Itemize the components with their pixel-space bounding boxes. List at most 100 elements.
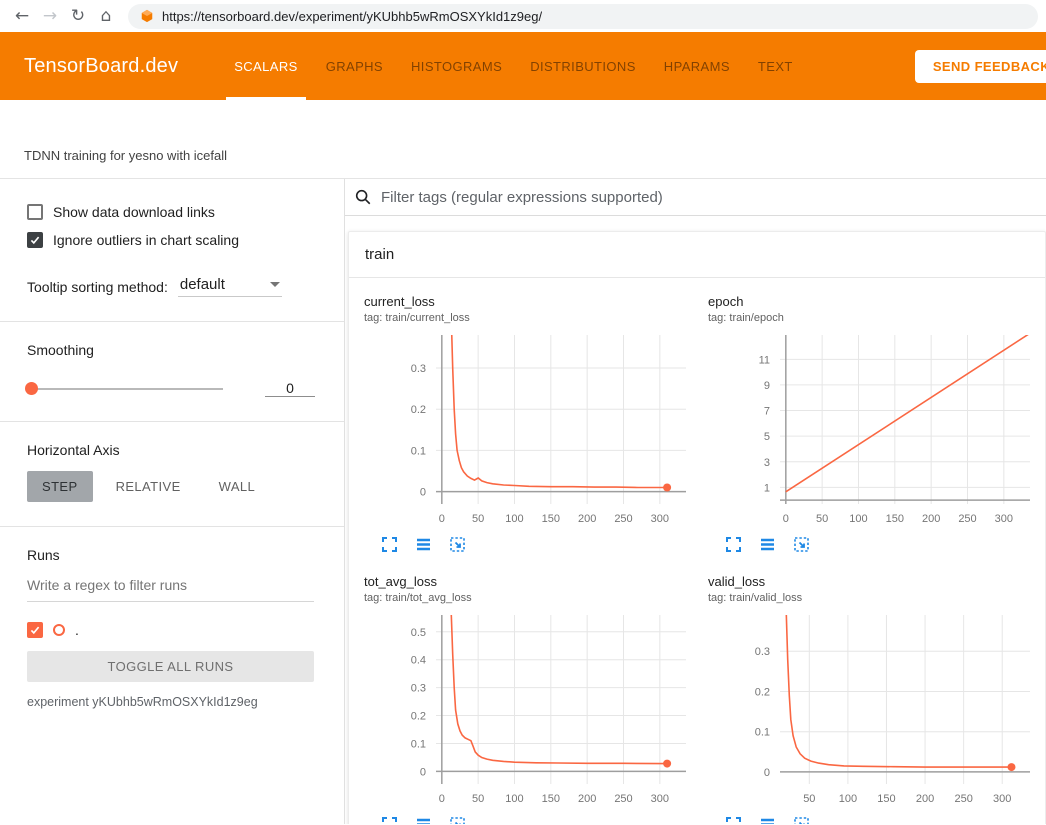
axis-wall-button[interactable]: WALL: [204, 471, 271, 502]
svg-text:7: 7: [764, 406, 770, 418]
chart-card-valid-loss: valid_loss tag: train/valid_loss 00.10.2…: [708, 574, 1042, 824]
svg-text:0: 0: [420, 487, 426, 499]
tab-graphs[interactable]: GRAPHS: [312, 32, 397, 100]
svg-text:0.1: 0.1: [411, 445, 426, 457]
tab-hparams[interactable]: HPARAMS: [650, 32, 744, 100]
back-icon[interactable]: ←: [8, 0, 36, 32]
brand-logo[interactable]: TensorBoard.dev: [24, 32, 178, 100]
svg-text:1: 1: [764, 482, 770, 494]
tab-text[interactable]: TEXT: [744, 32, 807, 100]
run-row[interactable]: .: [27, 622, 314, 638]
fit-domain-icon[interactable]: [791, 536, 811, 556]
chart-tag: tag: train/tot_avg_loss: [364, 592, 698, 604]
fullscreen-icon[interactable]: [379, 536, 399, 556]
ignore-outliers-row[interactable]: Ignore outliers in chart scaling: [27, 232, 314, 248]
send-feedback-button[interactable]: SEND FEEDBACK: [915, 50, 1046, 83]
ignore-outliers-checkbox[interactable]: [27, 232, 43, 248]
show-download-links-checkbox[interactable]: [27, 204, 43, 220]
svg-text:0.3: 0.3: [411, 683, 426, 695]
runs-filter-input[interactable]: [27, 573, 314, 602]
svg-text:0.1: 0.1: [755, 727, 770, 739]
divider: [0, 421, 344, 422]
tab-histograms[interactable]: HISTOGRAMS: [397, 32, 516, 100]
svg-text:5: 5: [764, 431, 770, 443]
svg-text:0: 0: [764, 767, 770, 779]
line-chart[interactable]: 00.10.20.30.40.5050100150200250300: [364, 610, 694, 810]
refresh-icon[interactable]: ↻: [64, 0, 92, 32]
fullscreen-icon[interactable]: [723, 816, 743, 824]
svg-text:200: 200: [578, 793, 596, 805]
divider: [0, 526, 344, 527]
smoothing-slider[interactable]: [27, 388, 223, 390]
home-icon[interactable]: ⌂: [92, 0, 120, 32]
run-checkbox[interactable]: [27, 622, 43, 638]
svg-text:250: 250: [614, 513, 632, 525]
svg-text:0: 0: [420, 766, 426, 778]
chart-card-epoch: epoch tag: train/epoch 13579110501001502…: [708, 294, 1042, 566]
svg-text:250: 250: [954, 793, 972, 805]
svg-text:150: 150: [542, 513, 560, 525]
svg-text:200: 200: [578, 513, 596, 525]
forward-icon[interactable]: →: [36, 0, 64, 32]
charts-grid: current_loss tag: train/current_loss 00.…: [349, 278, 1045, 824]
chart-title: epoch: [708, 294, 1042, 309]
svg-text:0.4: 0.4: [411, 655, 426, 667]
chart-tag: tag: train/valid_loss: [708, 592, 1042, 604]
fullscreen-icon[interactable]: [379, 816, 399, 824]
run-name: .: [75, 622, 79, 638]
data-table-icon[interactable]: [413, 536, 433, 556]
chart-actions: [364, 530, 698, 566]
fullscreen-icon[interactable]: [723, 536, 743, 556]
svg-text:100: 100: [849, 513, 867, 525]
fit-domain-icon[interactable]: [791, 816, 811, 824]
svg-text:11: 11: [759, 354, 770, 366]
run-color-swatch: [53, 624, 65, 636]
check-icon: [29, 234, 41, 246]
svg-text:100: 100: [505, 793, 523, 805]
line-chart[interactable]: 00.10.20.350100150200250300: [708, 610, 1038, 810]
tab-distributions[interactable]: DISTRIBUTIONS: [516, 32, 650, 100]
experiment-caption: experiment yKUbhb5wRmOSXYkId1z9eg: [27, 695, 314, 709]
toggle-all-runs-button[interactable]: TOGGLE ALL RUNS: [27, 651, 314, 682]
experiment-title: TDNN training for yesno with icefall: [24, 148, 227, 163]
svg-text:150: 150: [877, 793, 895, 805]
section-title[interactable]: train: [349, 232, 1045, 278]
browser-toolbar: ← → ↻ ⌂ https://tensorboard.dev/experime…: [0, 0, 1046, 32]
chart-tag: tag: train/epoch: [708, 312, 1042, 324]
svg-text:50: 50: [803, 793, 815, 805]
data-table-icon[interactable]: [413, 816, 433, 824]
tensorboard-favicon: [140, 9, 154, 23]
svg-text:100: 100: [505, 513, 523, 525]
horizontal-axis-label: Horizontal Axis: [27, 442, 314, 458]
svg-text:150: 150: [542, 793, 560, 805]
svg-text:150: 150: [886, 513, 904, 525]
fit-domain-icon[interactable]: [447, 816, 467, 824]
line-chart[interactable]: 00.10.20.3050100150200250300: [364, 330, 694, 530]
line-chart[interactable]: 1357911050100150200250300: [708, 330, 1038, 530]
tag-filter-row: [345, 179, 1046, 216]
chart-card-tot-avg-loss: tot_avg_loss tag: train/tot_avg_loss 00.…: [364, 574, 698, 824]
runs-label: Runs: [27, 547, 314, 563]
svg-text:0.3: 0.3: [755, 646, 770, 658]
svg-text:100: 100: [839, 793, 857, 805]
address-bar[interactable]: https://tensorboard.dev/experiment/yKUbh…: [128, 4, 1038, 29]
svg-text:3: 3: [764, 457, 770, 469]
data-table-icon[interactable]: [757, 536, 777, 556]
tooltip-sorting-select[interactable]: default: [178, 276, 282, 297]
smoothing-label: Smoothing: [27, 342, 314, 358]
chart-actions: [708, 530, 1042, 566]
svg-text:200: 200: [916, 793, 934, 805]
data-table-icon[interactable]: [757, 816, 777, 824]
svg-text:0.2: 0.2: [411, 711, 426, 723]
tooltip-sorting-value: default: [180, 276, 225, 293]
tab-scalars[interactable]: SCALARS: [220, 32, 312, 100]
fit-domain-icon[interactable]: [447, 536, 467, 556]
axis-step-button[interactable]: STEP: [27, 471, 93, 502]
tag-filter-input[interactable]: [381, 189, 1046, 206]
show-download-links-row[interactable]: Show data download links: [27, 204, 314, 220]
top-nav: SCALARS GRAPHS HISTOGRAMS DISTRIBUTIONS …: [220, 32, 807, 100]
smoothing-value-input[interactable]: [265, 380, 315, 397]
smoothing-slider-thumb[interactable]: [25, 382, 38, 395]
axis-relative-button[interactable]: RELATIVE: [101, 471, 196, 502]
ignore-outliers-label: Ignore outliers in chart scaling: [53, 232, 239, 248]
